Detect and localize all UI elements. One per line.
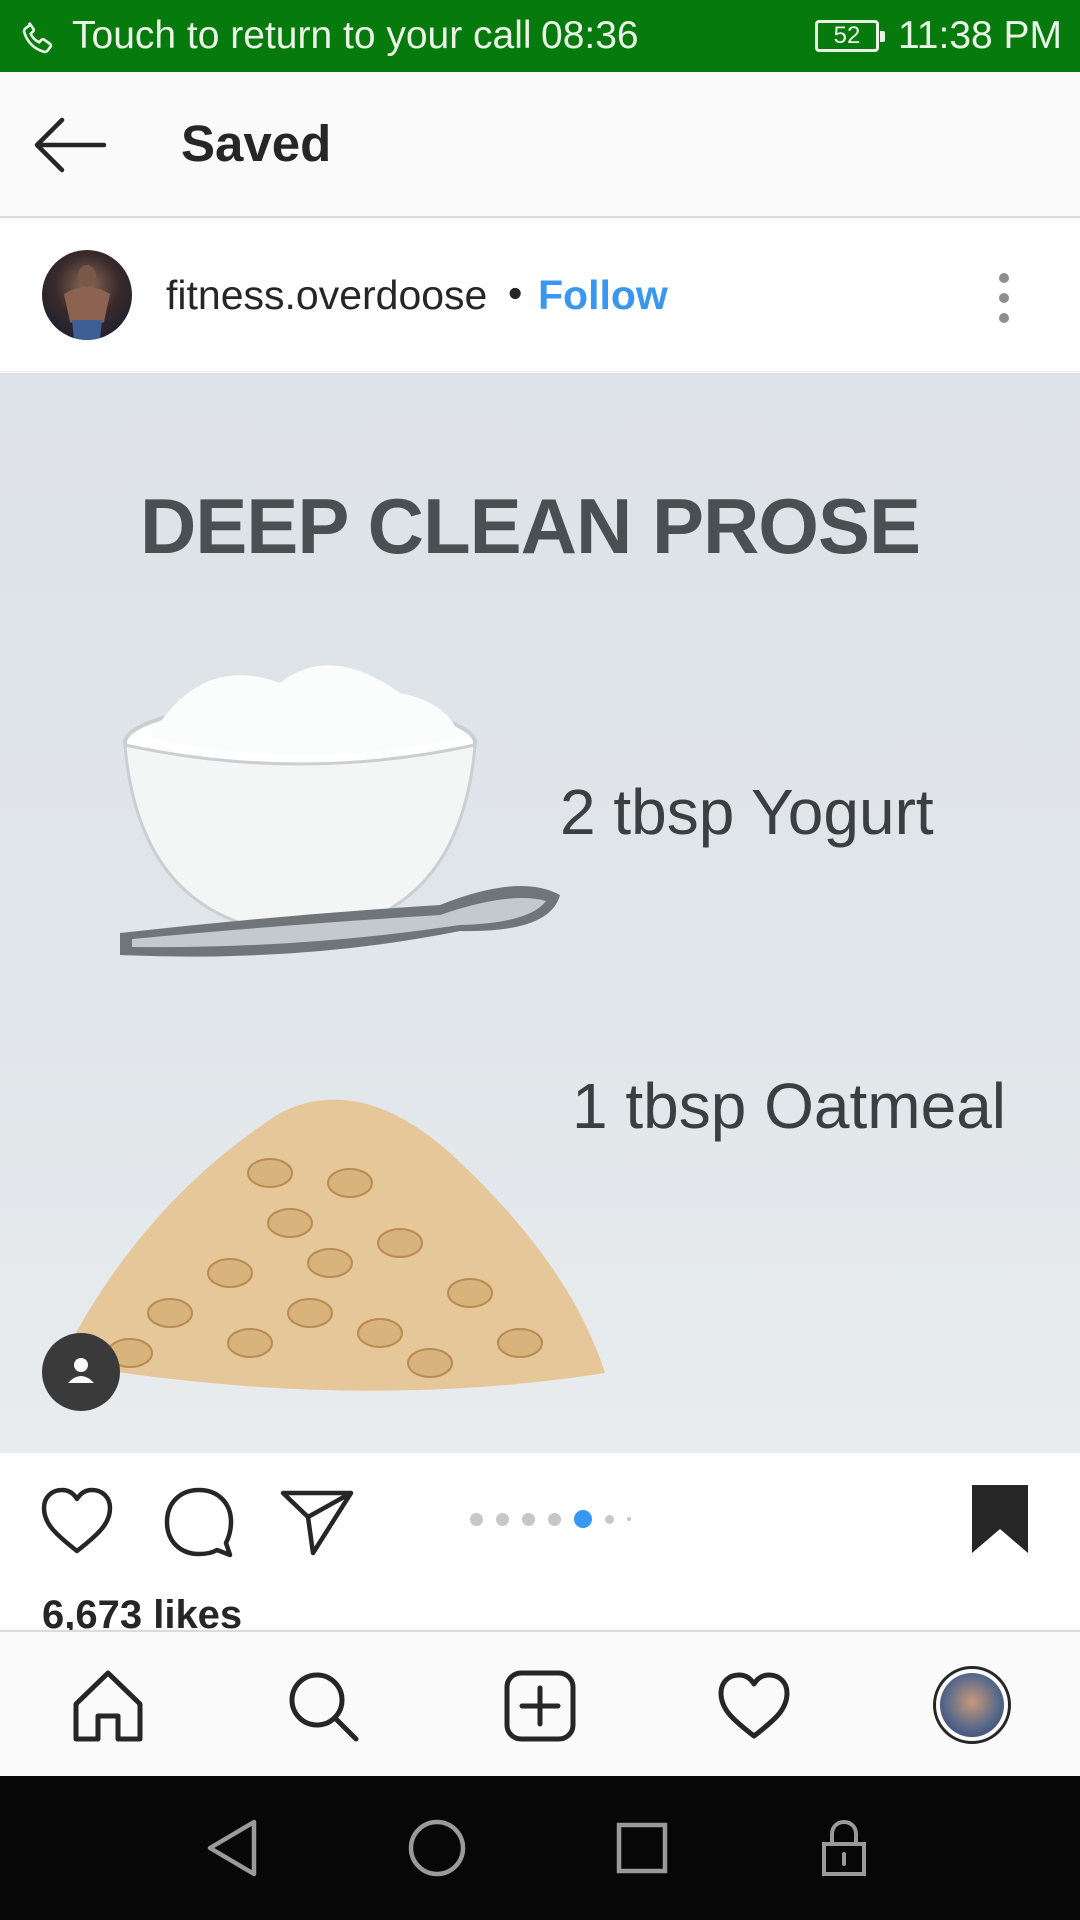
post-image[interactable]: DEEP CLEAN PROSE 2 tbsp Yogurt 1 tbsp Oa…	[0, 373, 1080, 1453]
back-arrow-icon[interactable]	[30, 112, 110, 178]
page-title: Saved	[181, 115, 332, 172]
system-recents-icon[interactable]	[610, 1816, 674, 1880]
bottom-navigation	[0, 1630, 1080, 1776]
post-header: fitness.overdoose • Follow	[0, 220, 1080, 372]
more-options-icon[interactable]	[990, 268, 1018, 324]
system-lock-icon[interactable]	[812, 1816, 876, 1880]
carousel-indicator	[470, 1510, 631, 1528]
carousel-dot	[470, 1512, 483, 1526]
system-back-icon[interactable]	[202, 1816, 266, 1880]
heart-icon[interactable]	[38, 1483, 116, 1561]
activity-heart-icon[interactable]	[716, 1668, 792, 1744]
follow-button[interactable]: Follow	[538, 272, 668, 319]
search-icon[interactable]	[285, 1668, 361, 1744]
carousel-dot	[522, 1512, 535, 1526]
bookmark-icon[interactable]	[968, 1481, 1032, 1557]
carousel-dot	[548, 1512, 561, 1526]
call-timer: 08:36	[541, 14, 639, 57]
user-tag-icon[interactable]	[42, 1333, 120, 1411]
profile-avatar[interactable]	[933, 1666, 1011, 1744]
author-avatar[interactable]	[42, 250, 132, 340]
image-title-text: DEEP CLEAN PROSE	[139, 482, 921, 570]
add-post-icon[interactable]	[502, 1668, 578, 1744]
post-actions-bar: 6,673 likes	[0, 1453, 1080, 1637]
carousel-dot	[627, 1517, 631, 1521]
system-navigation-bar	[0, 1776, 1080, 1920]
image-yogurt-text: 2 tbsp Yogurt	[560, 776, 934, 848]
app-header: Saved	[0, 72, 1080, 218]
avatar-figure-icon	[64, 265, 110, 340]
system-home-icon[interactable]	[405, 1816, 469, 1880]
image-oatmeal-text: 1 tbsp Oatmeal	[572, 1070, 1006, 1142]
oatmeal-pile-illustration	[60, 1099, 605, 1391]
share-icon[interactable]	[278, 1483, 356, 1561]
separator-dot: •	[508, 270, 523, 316]
post-username[interactable]: fitness.overdoose	[166, 272, 487, 319]
yogurt-bowl-illustration	[120, 665, 560, 957]
profile-picture	[940, 1673, 1004, 1737]
phone-call-icon	[22, 21, 53, 54]
home-icon[interactable]	[70, 1668, 146, 1744]
carousel-dot-active	[574, 1510, 592, 1528]
return-to-call-text[interactable]: Touch to return to your call	[72, 14, 532, 58]
comment-icon[interactable]	[160, 1483, 238, 1561]
carousel-dot	[496, 1512, 509, 1526]
status-clock: 11:38 PM	[898, 14, 1063, 57]
carousel-dot	[605, 1514, 614, 1524]
battery-indicator: 52	[815, 20, 885, 52]
status-bar[interactable]: Touch to return to your call 08:36 52 11…	[0, 0, 1080, 72]
